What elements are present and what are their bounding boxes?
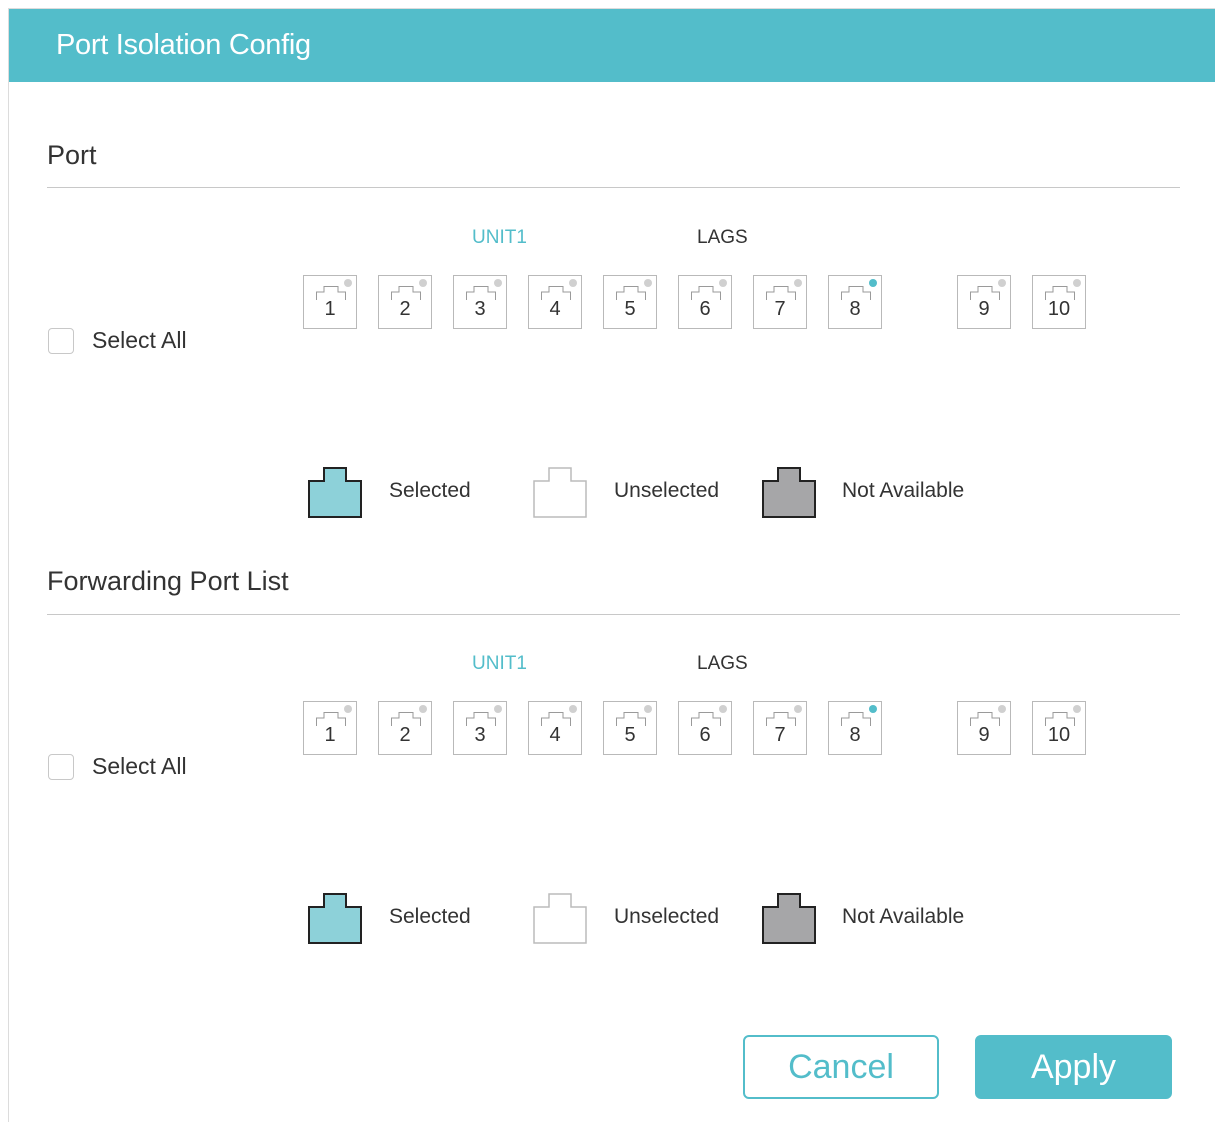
port-link-led-icon <box>569 705 577 713</box>
port-port-1[interactable]: 1 <box>303 275 357 329</box>
legend-selected-icon <box>308 893 362 944</box>
port-number: 6 <box>699 724 711 746</box>
forwarding-section-title: Forwarding Port List <box>47 566 289 596</box>
forwarding-port-4[interactable]: 4 <box>528 701 582 755</box>
port-link-led-icon <box>794 279 802 287</box>
port-link-led-icon <box>419 279 427 287</box>
port-isolation-dialog: Port Isolation Config <box>8 8 1215 1122</box>
port-port-5[interactable]: 5 <box>603 275 657 329</box>
port-number: 4 <box>549 298 561 320</box>
forwarding-select-all-checkbox[interactable] <box>48 753 74 780</box>
legend-selected-label: Selected <box>389 479 471 502</box>
port-select-all-label: Select All <box>92 327 187 353</box>
port-port-3[interactable]: 3 <box>453 275 507 329</box>
port-link-led-icon <box>344 279 352 287</box>
forwarding-port-8[interactable]: 8 <box>828 701 882 755</box>
port-link-led-icon <box>719 705 727 713</box>
port-number: 9 <box>978 724 990 746</box>
port-number: 10 <box>1047 298 1071 320</box>
forwarding-select-all-label: Select All <box>92 753 187 779</box>
forwarding-port-2[interactable]: 2 <box>378 701 432 755</box>
port-select-all-checkbox[interactable] <box>48 327 74 354</box>
port-link-led-icon <box>569 279 577 287</box>
dialog-header: Port Isolation Config <box>9 9 1215 82</box>
port-link-led-icon <box>494 279 502 287</box>
port-number: 6 <box>699 298 711 320</box>
legend-unselected-label: Unselected <box>614 479 720 502</box>
port-number: 5 <box>624 298 636 320</box>
legend-not-available-icon <box>762 467 816 518</box>
port-select-all[interactable]: Select All <box>48 327 187 354</box>
port-tab-lags[interactable]: LAGS <box>697 227 748 249</box>
port-link-led-icon <box>1073 279 1081 287</box>
port-number: 3 <box>474 724 486 746</box>
port-link-led-icon <box>1073 705 1081 713</box>
port-number: 1 <box>324 724 336 746</box>
port-number: 10 <box>1047 724 1071 746</box>
forwarding-port-7[interactable]: 7 <box>753 701 807 755</box>
port-number: 8 <box>849 724 861 746</box>
port-number: 5 <box>624 724 636 746</box>
port-port-7[interactable]: 7 <box>753 275 807 329</box>
port-link-led-icon <box>494 705 502 713</box>
legend-not-available-icon <box>762 893 816 944</box>
port-number: 4 <box>549 724 561 746</box>
port-section-divider <box>47 187 1180 188</box>
port-link-led-icon <box>794 705 802 713</box>
port-number: 8 <box>849 298 861 320</box>
forwarding-select-all[interactable]: Select All <box>48 753 187 780</box>
legend-unselected-icon <box>533 893 587 944</box>
legend-not-available-label: Not Available <box>842 905 965 928</box>
port-link-led-icon <box>998 705 1006 713</box>
legend-selected-label: Selected <box>389 905 471 928</box>
port-number: 9 <box>978 298 990 320</box>
port-link-led-icon <box>344 705 352 713</box>
forwarding-tab-lags[interactable]: LAGS <box>697 653 748 675</box>
port-tab-unit1[interactable]: UNIT1 <box>472 227 527 249</box>
port-section-title: Port <box>47 140 97 170</box>
forwarding-port-10[interactable]: 10 <box>1032 701 1086 755</box>
dialog-title: Port Isolation Config <box>56 29 311 61</box>
forwarding-port-5[interactable]: 5 <box>603 701 657 755</box>
apply-button[interactable]: Apply <box>975 1035 1172 1099</box>
port-port-6[interactable]: 6 <box>678 275 732 329</box>
port-link-led-icon <box>869 705 877 713</box>
port-port-9[interactable]: 9 <box>957 275 1011 329</box>
legend-unselected-icon <box>533 467 587 518</box>
port-number: 1 <box>324 298 336 320</box>
forwarding-port-6[interactable]: 6 <box>678 701 732 755</box>
port-number: 2 <box>399 298 411 320</box>
port-number: 7 <box>774 298 786 320</box>
port-link-led-icon <box>998 279 1006 287</box>
port-port-4[interactable]: 4 <box>528 275 582 329</box>
port-link-led-icon <box>644 279 652 287</box>
port-link-led-icon <box>719 279 727 287</box>
forwarding-port-1[interactable]: 1 <box>303 701 357 755</box>
legend-unselected-label: Unselected <box>614 905 720 928</box>
port-number: 2 <box>399 724 411 746</box>
legend-selected-icon <box>308 467 362 518</box>
forwarding-port-9[interactable]: 9 <box>957 701 1011 755</box>
forwarding-port-3[interactable]: 3 <box>453 701 507 755</box>
port-port-10[interactable]: 10 <box>1032 275 1086 329</box>
legend-not-available-label: Not Available <box>842 479 965 502</box>
port-number: 3 <box>474 298 486 320</box>
port-number: 7 <box>774 724 786 746</box>
port-link-led-icon <box>869 279 877 287</box>
port-port-2[interactable]: 2 <box>378 275 432 329</box>
port-link-led-icon <box>419 705 427 713</box>
cancel-button[interactable]: Cancel <box>743 1035 939 1099</box>
forwarding-section-divider <box>47 614 1180 615</box>
port-port-8[interactable]: 8 <box>828 275 882 329</box>
port-link-led-icon <box>644 705 652 713</box>
forwarding-tab-unit1[interactable]: UNIT1 <box>472 653 527 675</box>
